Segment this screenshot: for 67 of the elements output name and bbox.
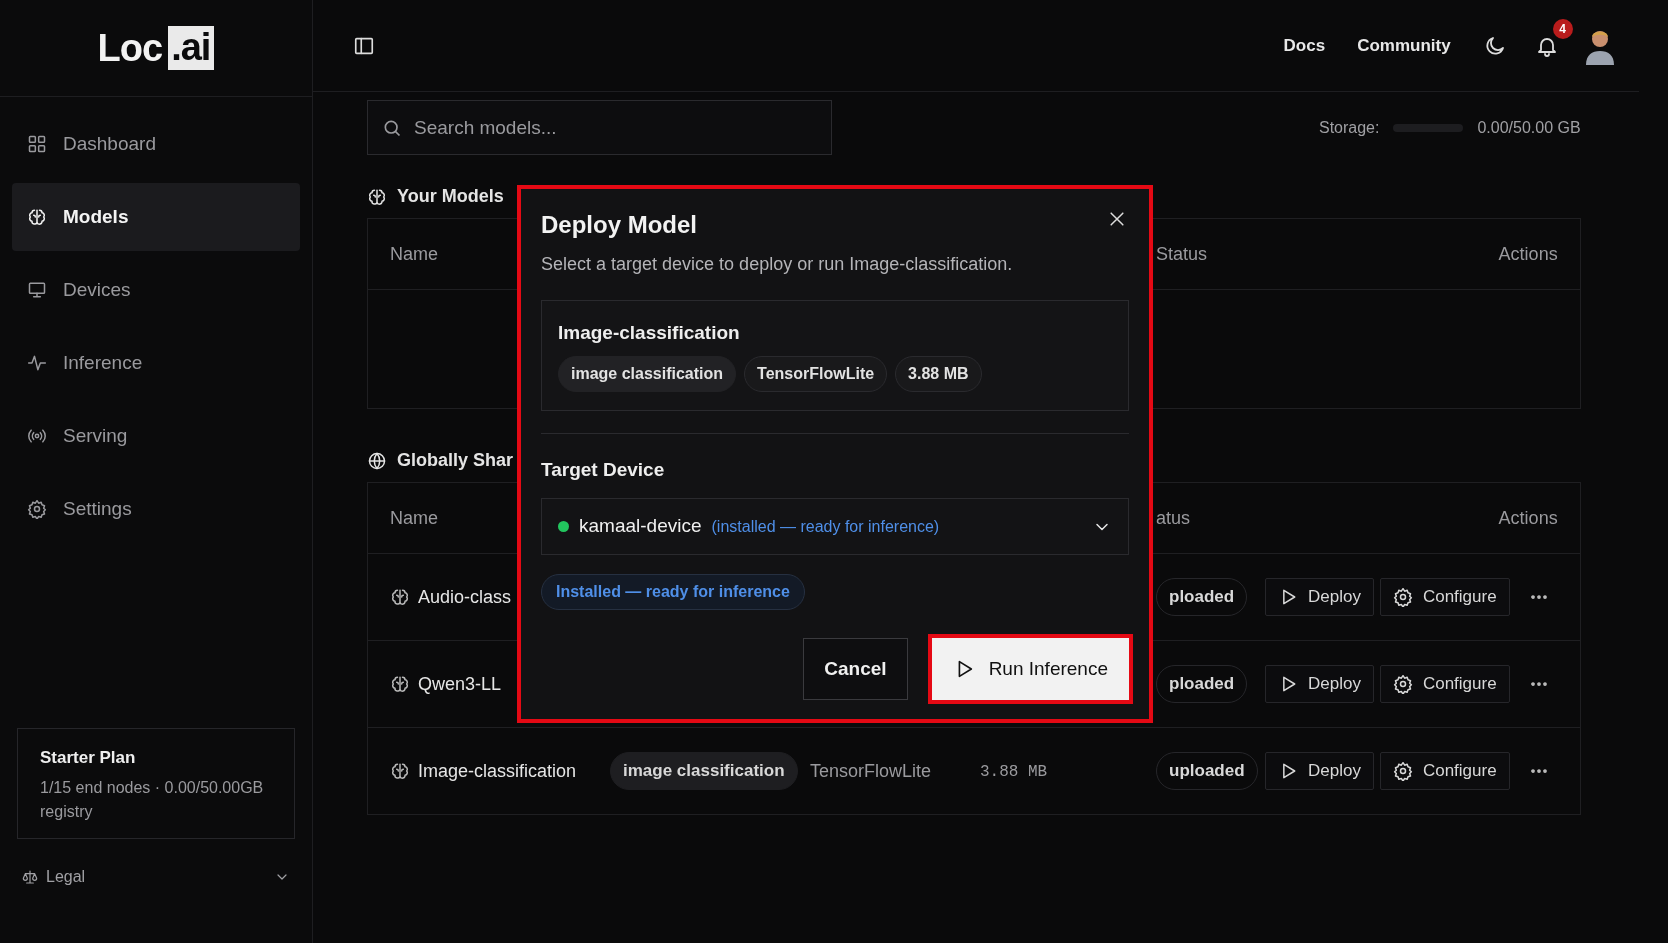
field-label: Target Device — [541, 457, 666, 482]
logo-text: Loc — [97, 25, 163, 71]
more-icon[interactable] — [1529, 681, 1548, 687]
monitor-icon — [27, 280, 47, 300]
sidebar-item[interactable]: Devices — [12, 256, 300, 324]
pulse-icon — [27, 353, 47, 373]
globe-icon — [367, 450, 387, 471]
configure-button[interactable]: Configure — [1379, 578, 1510, 616]
model-name: Audio-class — [418, 585, 512, 609]
sidebar-item[interactable]: Serving — [12, 402, 300, 470]
scale-icon — [22, 869, 38, 885]
model-name: Qwen3-LL — [418, 672, 502, 696]
logo-badge: .ai — [168, 26, 215, 70]
column-header: Name — [390, 243, 438, 264]
settings-icon — [1392, 587, 1413, 607]
plan-title: Starter Plan — [40, 746, 137, 769]
dialog-title: Deploy Model — [541, 210, 697, 240]
storage-reading: 0.00/50.00 GB — [1477, 117, 1581, 138]
more-icon[interactable] — [1529, 594, 1548, 600]
broadcast-icon — [27, 426, 47, 446]
sidebar-item[interactable]: Models — [12, 183, 300, 251]
notification-badge: 4 — [1552, 19, 1573, 40]
legal-link[interactable]: Legal — [46, 865, 266, 889]
column-header: Status — [1156, 243, 1208, 264]
section-title: Your Models — [397, 185, 504, 208]
more-icon[interactable] — [1529, 768, 1548, 774]
status-badge: Installed — ready for inference — [541, 574, 805, 610]
grid-icon — [27, 134, 47, 154]
cancel-button[interactable]: Cancel — [803, 638, 908, 700]
device-name: kamaal-device — [579, 514, 702, 539]
sidebar-item[interactable]: Dashboard — [12, 110, 300, 178]
configure-button[interactable]: Configure — [1379, 665, 1510, 703]
sidebar-item[interactable]: Settings — [12, 475, 300, 543]
column-header: Name — [390, 507, 438, 528]
tag: image classification — [610, 752, 798, 790]
settings-icon — [1392, 761, 1413, 781]
section-title: Globally Shar — [397, 449, 514, 472]
settings-icon — [27, 499, 47, 519]
column-header: Actions — [1498, 506, 1558, 530]
sidebar-item[interactable]: Inference — [12, 329, 300, 397]
search-field[interactable]: Search models... — [412, 101, 817, 154]
model-name: Image-classification — [558, 321, 741, 345]
search-box[interactable]: Search models... — [367, 100, 832, 155]
size-text: 3.88 MB — [980, 762, 1048, 781]
tag: image classification — [558, 355, 737, 392]
configure-button[interactable]: Configure — [1379, 752, 1510, 790]
tag: 3.88 MB — [895, 355, 982, 392]
framework-text: TensorFlowLite — [810, 760, 932, 781]
brain-icon — [390, 761, 410, 781]
nav-link[interactable]: Docs — [1283, 32, 1326, 59]
column-header: atus — [1156, 507, 1191, 528]
nav-link[interactable]: Community — [1357, 32, 1451, 59]
model-name: Image-classification — [418, 759, 577, 783]
storage-label: Storage: — [1318, 117, 1380, 138]
brain-icon — [390, 674, 410, 694]
deploy-button[interactable]: Deploy — [1265, 578, 1374, 616]
deploy-button[interactable]: Deploy — [1265, 665, 1374, 703]
device-select[interactable]: kamaal-device (installed — ready for inference) — [541, 498, 1129, 555]
plan-detail: 1/15 end nodes · 0.00/50.00GB registry — [40, 778, 265, 822]
column-header: Actions — [1498, 242, 1558, 266]
brain-icon — [27, 207, 47, 227]
deploy-button[interactable]: Deploy — [1265, 752, 1374, 790]
dialog-description: Select a target device to deploy or run Image-classification. — [541, 253, 1014, 276]
settings-icon — [1392, 674, 1413, 694]
brain-icon — [390, 587, 410, 607]
tag: TensorFlowLite — [744, 355, 888, 392]
device-status: (installed — ready for inference) — [711, 516, 941, 537]
